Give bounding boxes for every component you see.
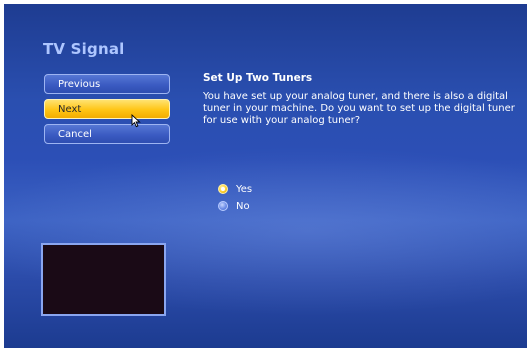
video-preview-window bbox=[41, 243, 166, 316]
previous-button[interactable]: Previous bbox=[44, 74, 170, 94]
radio-selected-icon[interactable] bbox=[218, 184, 228, 194]
option-yes[interactable]: Yes bbox=[218, 182, 252, 196]
page-title: TV Signal bbox=[43, 40, 125, 58]
radio-unselected-icon[interactable] bbox=[218, 201, 228, 211]
description-text: You have set up your analog tuner, and t… bbox=[203, 91, 515, 126]
option-yes-label: Yes bbox=[236, 183, 253, 195]
option-no-label: No bbox=[236, 200, 250, 212]
option-no[interactable]: No bbox=[218, 199, 250, 213]
next-button[interactable]: Next bbox=[44, 99, 170, 119]
section-heading: Set Up Two Tuners bbox=[203, 72, 313, 84]
media-center-window: TV Signal Previous Next Cancel Set Up Tw… bbox=[4, 4, 527, 348]
cancel-button[interactable]: Cancel bbox=[44, 124, 170, 144]
mouse-pointer-icon bbox=[131, 114, 141, 128]
